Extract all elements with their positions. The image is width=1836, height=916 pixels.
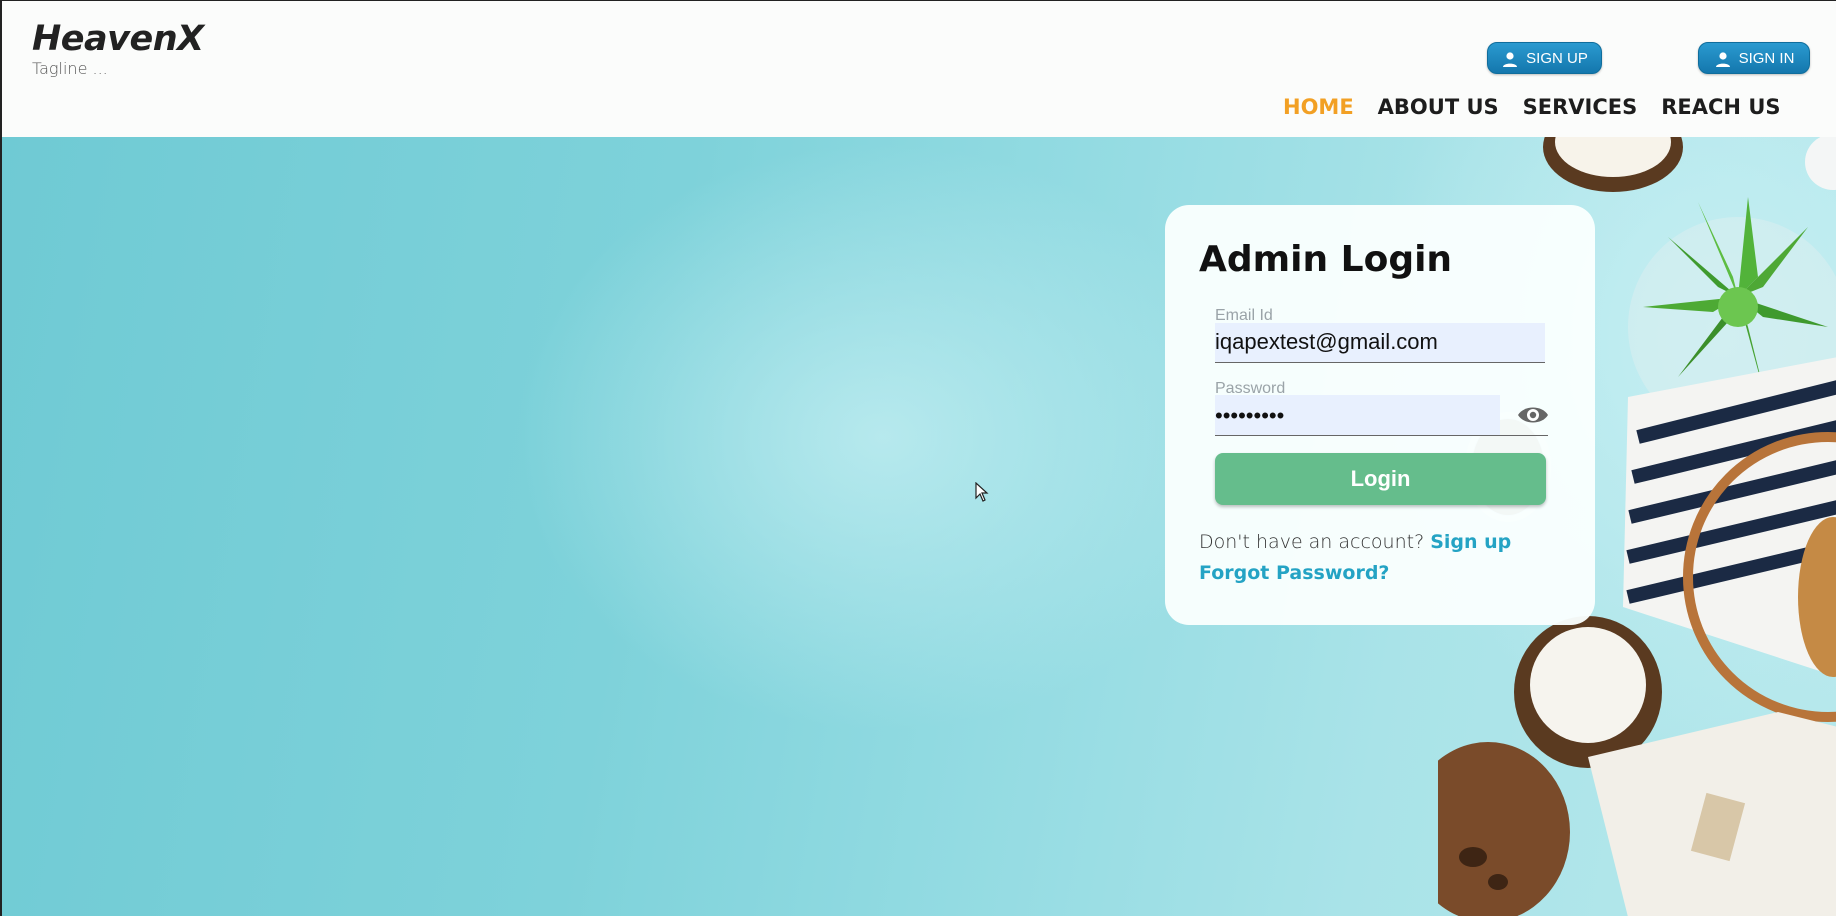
signin-button[interactable]: SIGN IN [1698, 42, 1810, 74]
page: HeavenX Tagline ... SIGN UP SIGN IN HOME… [0, 0, 1836, 916]
person-icon [1503, 51, 1518, 67]
no-account-text: Don't have an account? [1199, 531, 1425, 553]
email-input[interactable]: iqapextest@gmail.com [1215, 323, 1545, 363]
mouse-cursor-icon [975, 482, 989, 502]
signup-prompt: Don't have an account? Sign up [1199, 531, 1511, 553]
password-input[interactable]: ••••••••• [1215, 395, 1500, 435]
hero-banner: Admin Login Email Id iqapextest@gmail.co… [2, 137, 1836, 916]
brand-tagline: Tagline ... [32, 59, 108, 78]
login-title: Admin Login [1199, 239, 1453, 280]
forgot-password-link[interactable]: Forgot Password? [1199, 562, 1389, 584]
admin-login-card: Admin Login Email Id iqapextest@gmail.co… [1165, 205, 1595, 625]
nav-item-reach-us[interactable]: REACH US [1661, 95, 1780, 119]
nav-item-about-us[interactable]: ABOUT US [1378, 95, 1499, 119]
signup-button[interactable]: SIGN UP [1487, 42, 1602, 74]
person-icon [1715, 51, 1730, 67]
signin-button-label: SIGN IN [1738, 49, 1795, 67]
eye-icon[interactable] [1517, 405, 1549, 425]
site-header: HeavenX Tagline ... SIGN UP SIGN IN HOME… [2, 1, 1836, 137]
main-nav: HOME ABOUT US SERVICES REACH US [1283, 95, 1805, 119]
signup-button-label: SIGN UP [1526, 49, 1588, 67]
brand[interactable]: HeavenX Tagline ... [32, 19, 204, 78]
signup-link[interactable]: Sign up [1430, 531, 1511, 553]
login-button[interactable]: Login [1215, 453, 1546, 505]
nav-item-home[interactable]: HOME [1283, 95, 1354, 119]
nav-item-services[interactable]: SERVICES [1523, 95, 1638, 119]
brand-name[interactable]: HeavenX [32, 19, 204, 59]
password-field-wrapper: ••••••••• [1215, 395, 1548, 436]
